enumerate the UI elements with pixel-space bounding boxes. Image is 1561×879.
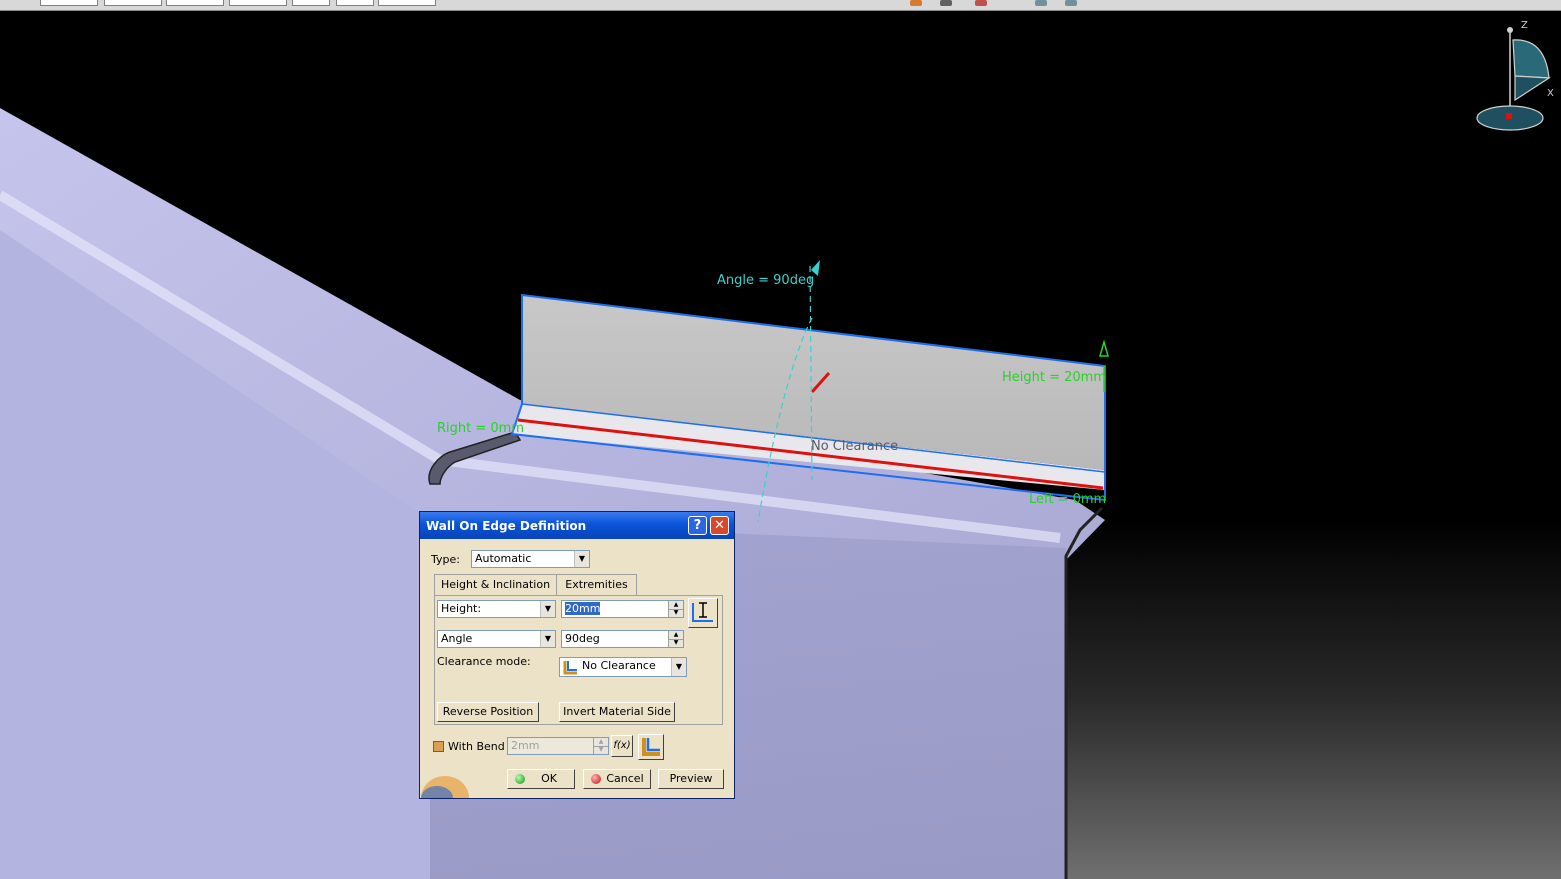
tab-extremities[interactable]: Extremities [557,574,637,596]
invert-material-side-button[interactable]: Invert Material Side [559,702,675,722]
height-dimension-label[interactable]: Height = 20mm [1002,370,1106,385]
sketch-profile-button[interactable] [688,598,718,628]
left-limit-label[interactable]: Left = 0mm [1029,492,1106,507]
angle-input[interactable]: 90deg ▲ ▼ [561,630,684,648]
type-select[interactable]: Automatic ▼ [471,550,590,568]
angle-dimension-label[interactable]: Angle = 90deg [717,273,814,288]
compass-z-label: Z [1521,20,1528,31]
chevron-down-icon[interactable]: ▼ [540,601,555,617]
angle-stepper[interactable]: ▲ ▼ [668,631,683,647]
ok-icon [515,774,525,784]
clearance-mode-label: Clearance mode: [437,655,531,668]
wall-on-edge-dialog[interactable]: Wall On Edge Definition ? ✕ Type: Automa… [419,511,735,799]
bend-radius-value: 2mm [511,739,540,752]
ok-button[interactable]: OK [507,769,575,789]
compass-icon [1476,27,1551,131]
right-limit-label[interactable]: Right = 0mm [437,421,524,436]
compass-x-label: X [1547,88,1554,99]
close-button[interactable]: ✕ [710,516,729,535]
chevron-down-icon[interactable]: ▼ [574,551,589,567]
height-profile-icon [692,602,713,622]
catia-logo-icon [421,776,469,798]
compass-widget[interactable]: Z X [1475,18,1557,136]
tab-label: Height & Inclination [440,578,551,591]
type-label: Type: [431,553,460,566]
chevron-down-icon[interactable]: ▼ [671,658,686,676]
preview-button[interactable]: Preview [658,769,724,789]
tab-label: Extremities [565,578,628,591]
angle-mode-value: Angle [441,632,473,645]
no-clearance-icon [563,661,577,675]
clearance-label: No Clearance [811,439,899,454]
cancel-label: Cancel [606,772,644,785]
type-select-value: Automatic [475,552,532,565]
with-bend-label: With Bend [448,740,505,753]
height-stepper[interactable]: ▲ ▼ [668,601,683,617]
height-mode-select[interactable]: Height: ▼ [437,600,556,618]
angle-value: 90deg [565,632,600,645]
clearance-mode-value: No Clearance [582,659,656,672]
tab-height-inclination[interactable]: Height & Inclination [434,574,557,596]
dialog-title-bar[interactable]: Wall On Edge Definition ? ✕ [420,512,734,539]
sheet-edge [1064,506,1104,879]
height-handle-arrow [1099,339,1109,357]
cancel-button[interactable]: Cancel [583,769,651,789]
help-button[interactable]: ? [688,516,707,535]
cancel-icon [591,774,601,784]
sheet-metal-model[interactable] [0,0,1561,879]
reverse-position-button[interactable]: Reverse Position [437,702,539,722]
bend-parameters-icon [642,738,660,756]
height-input[interactable]: 20mm ▲ ▼ [561,600,684,618]
formula-icon: f(x) [613,740,631,751]
with-bend-checkbox[interactable] [433,741,444,752]
bend-radius-stepper[interactable]: ▲ ▼ [593,738,608,754]
bend-parameters-button[interactable] [638,734,664,760]
bend-radius-input[interactable]: 2mm ▲ ▼ [507,737,609,755]
dialog-title: Wall On Edge Definition [426,519,587,533]
chevron-down-icon[interactable]: ▼ [540,631,555,647]
height-value: 20mm [565,602,601,615]
height-mode-value: Height: [441,602,482,615]
clearance-mode-select[interactable]: No Clearance ▼ [559,657,687,677]
angle-mode-select[interactable]: Angle ▼ [437,630,556,648]
3d-viewport[interactable]: Angle = 90deg Height = 20mm Right = 0mm … [0,0,1561,879]
ok-label: OK [541,772,557,785]
formula-button[interactable]: f(x) [611,735,633,757]
